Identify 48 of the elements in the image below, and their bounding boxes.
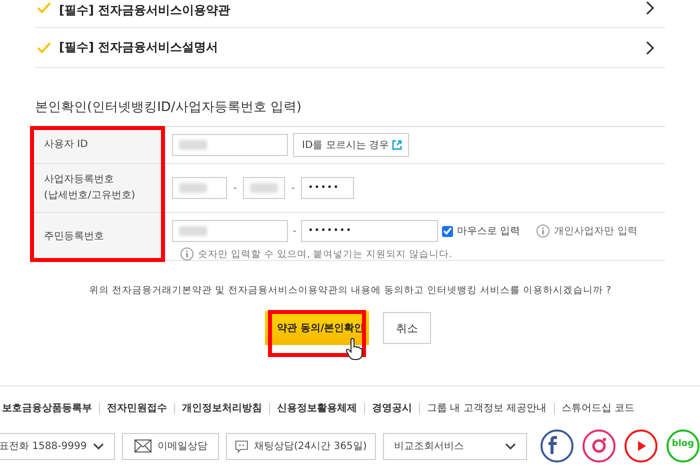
checkbox[interactable]	[442, 226, 453, 236]
contact-button[interactable]: 비교조회서비스	[382, 432, 527, 460]
separator: -	[292, 226, 298, 236]
footer-link[interactable]: 그룹 내 고객정보 제공안내	[427, 401, 547, 415]
blurred-value	[179, 226, 207, 236]
chevron-right-icon	[646, 0, 655, 14]
footer-link[interactable]: 신용정보활용체제	[277, 401, 357, 415]
info-icon	[180, 247, 194, 261]
contact-button[interactable]: 채팅상담(24시간 365일)	[226, 432, 376, 460]
blurred-value	[179, 183, 207, 193]
chevron-down-icon	[504, 442, 516, 450]
external-link-icon	[392, 140, 402, 150]
envelope-icon	[134, 439, 152, 453]
footer-link[interactable]: 보호금융상품등록부	[2, 401, 92, 415]
footer-link[interactable]: 전자민원접수	[107, 401, 167, 415]
speech-bubble-icon	[234, 438, 248, 454]
find-id-button[interactable]: ID를 모르시는 경우	[293, 133, 410, 157]
checkmark-icon	[443, 227, 452, 235]
chevron-down-icon	[92, 442, 104, 450]
social-youtube-icon[interactable]	[624, 429, 658, 463]
blurred-value	[179, 140, 207, 150]
hint-text: 숫자만 입력할 수 있으며, 붙여넣기는 지원되지 않습니다.	[198, 248, 452, 260]
hand-cursor-icon	[345, 338, 363, 360]
input-field[interactable]	[243, 177, 285, 199]
social-instagram-icon[interactable]	[582, 429, 616, 463]
input-field[interactable]	[172, 134, 288, 156]
section-title: 본인확인(인터넷뱅킹ID/사업자등록번호 입력)	[35, 99, 302, 116]
info-icon	[536, 224, 550, 238]
contact-button[interactable]: 표전화 1588-9999	[0, 432, 116, 460]
separator: -	[290, 182, 296, 194]
cancel-button[interactable]: 취소	[383, 312, 431, 344]
contact-button[interactable]: 이메일상담	[122, 432, 219, 460]
chevron-right-icon	[646, 40, 655, 54]
password-field[interactable]: •••••••	[301, 220, 438, 242]
footer-link[interactable]: 스튜어드십 코드	[562, 401, 635, 415]
footer-link[interactable]: 경영공시	[372, 401, 412, 415]
input-field[interactable]	[172, 177, 227, 199]
password-field[interactable]: •••••	[301, 177, 354, 199]
note-text: 개인사업자만 입력	[554, 225, 638, 238]
checkbox-label: 마우스로 입력	[457, 225, 520, 238]
input-field[interactable]	[172, 220, 288, 242]
footer-link[interactable]: 개인정보처리방침	[182, 401, 262, 415]
social-facebook-icon[interactable]	[540, 429, 574, 463]
terms-item[interactable]: [필수] 전자금융서비스이용약관	[35, 0, 665, 28]
question-text: 위의 전자금융거래기본약관 및 전자금융서비스이용약관의 내용에 동의하고 인터넷뱅킹 서비스를 이용하시겠습니까 ?	[88, 284, 612, 297]
blurred-value	[250, 183, 278, 193]
separator: -	[232, 182, 238, 194]
terms-item[interactable]: [필수] 전자금융서비스설명서	[35, 28, 665, 68]
